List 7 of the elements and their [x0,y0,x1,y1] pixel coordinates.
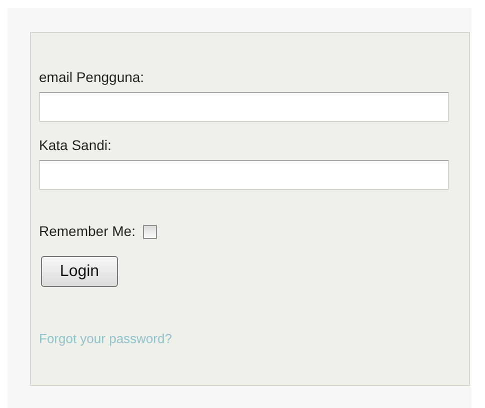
login-button[interactable]: Login [41,256,118,287]
field-label: Kata Sandi: [39,137,112,154]
input-field[interactable] [39,92,449,122]
field-label: email Pengguna: [39,69,144,86]
checkbox[interactable] [143,224,158,238]
checkbox-label: Remember Me: [39,223,136,240]
input-field[interactable] [39,160,449,190]
